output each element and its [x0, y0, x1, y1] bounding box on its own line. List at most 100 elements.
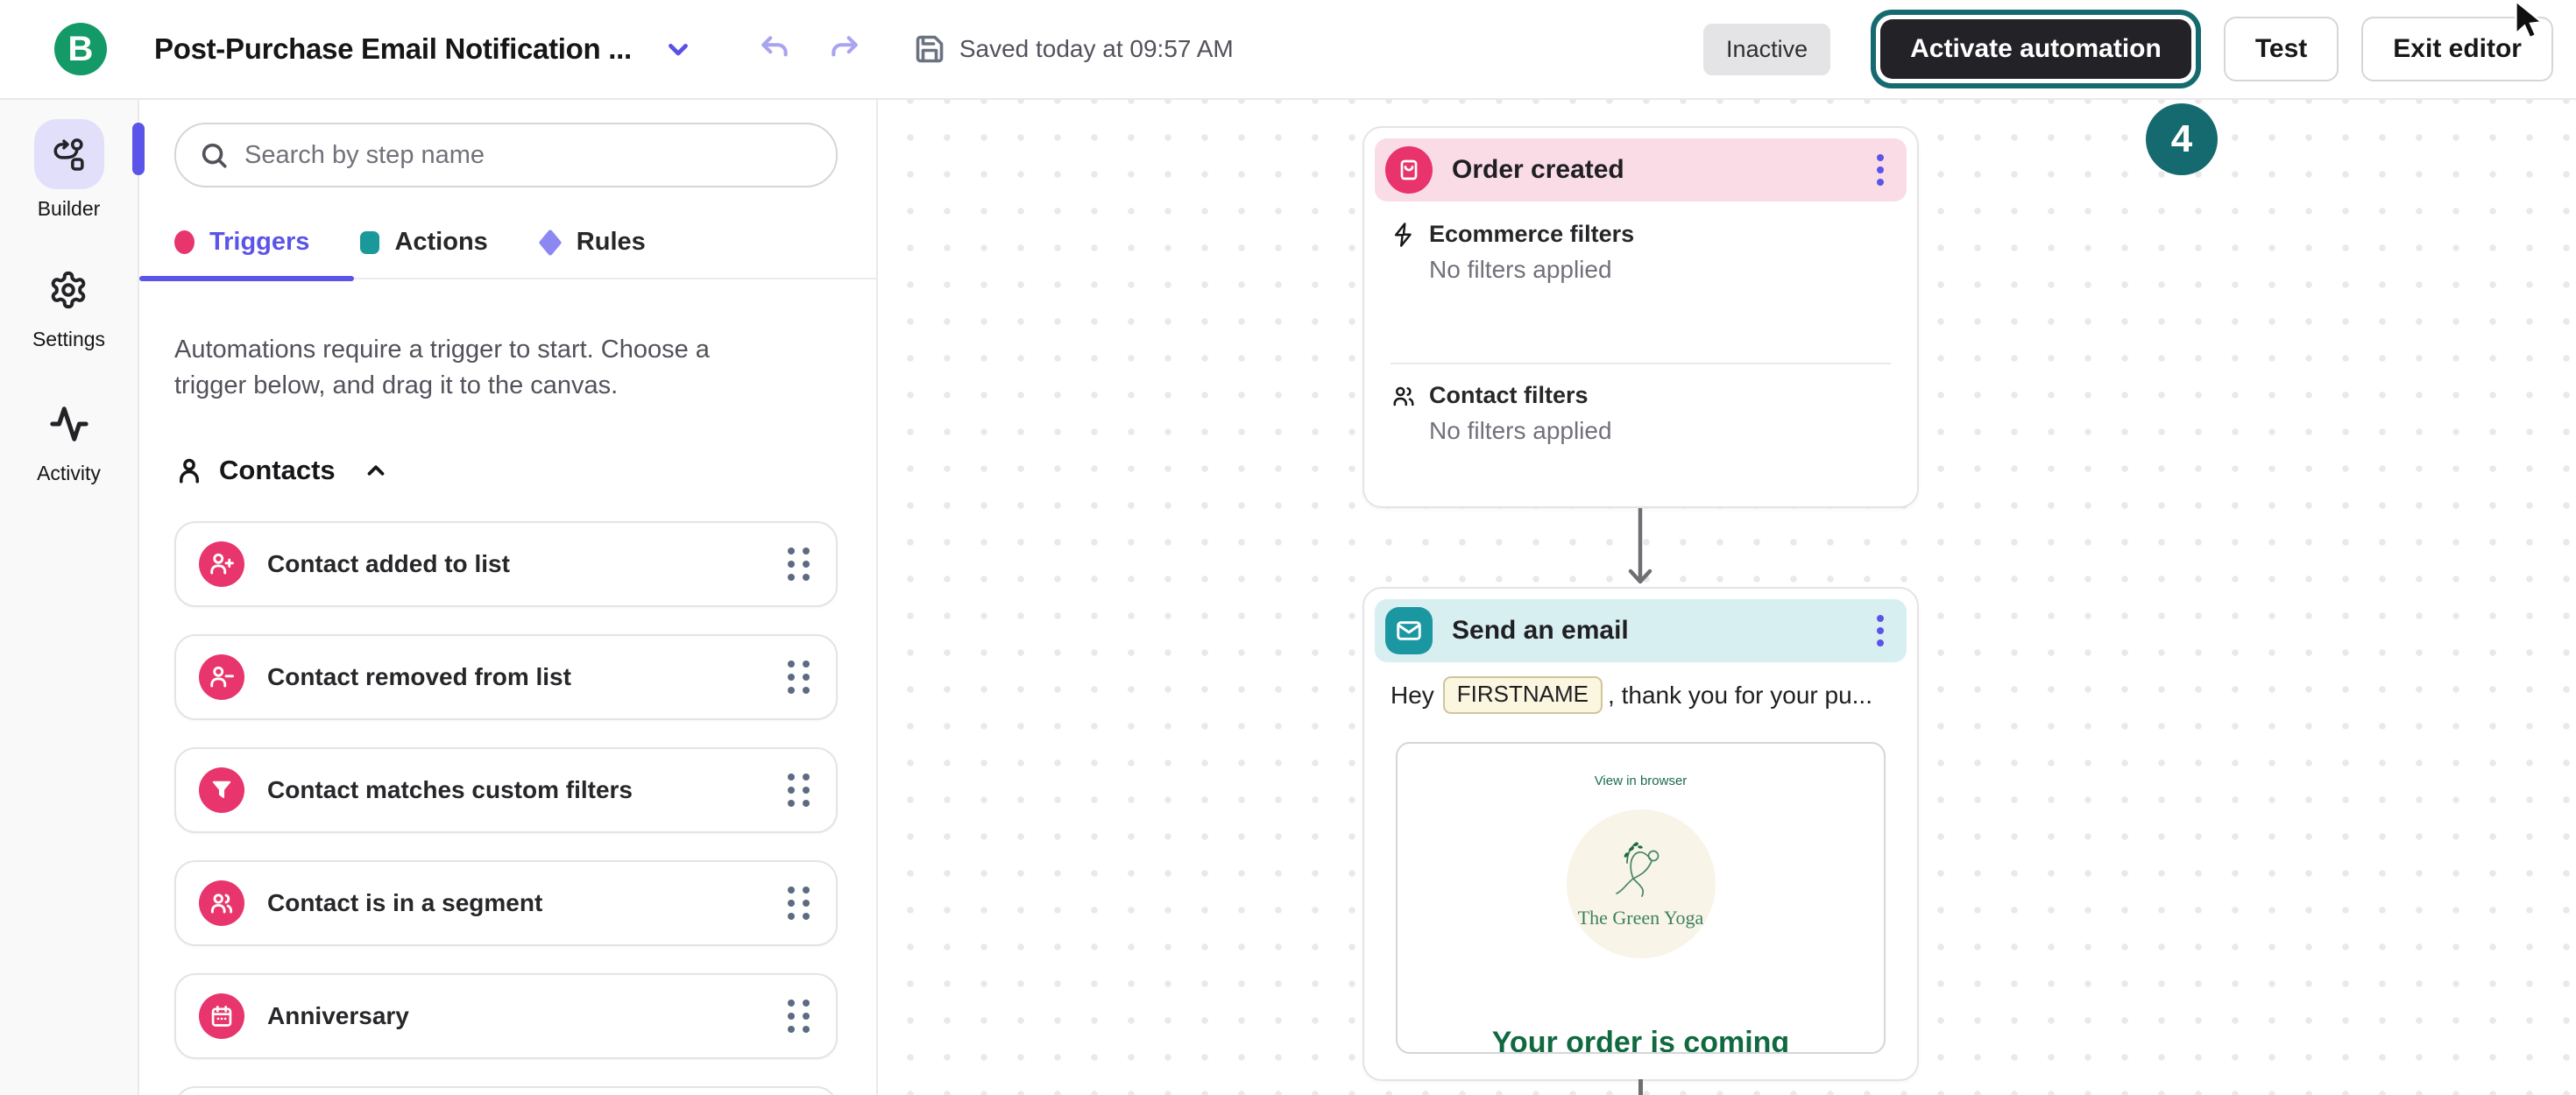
node-menu-kebab-icon[interactable]: [1872, 149, 1889, 191]
search-icon: [199, 140, 229, 170]
sidebar-item-builder[interactable]: Builder: [34, 119, 104, 221]
main-area: Builder Settings Activity: [0, 100, 2576, 1095]
save-icon: [914, 33, 945, 65]
top-bar: B Post-Purchase Email Notification ... S…: [0, 0, 2576, 100]
yoga-figure-illustration: [1596, 838, 1687, 907]
node-order-created-header: Order created: [1375, 138, 1907, 201]
trigger-label: Contact removed from list: [267, 663, 571, 691]
automation-editor: B Post-Purchase Email Notification ... S…: [0, 0, 2576, 1095]
title-chevron-down-icon[interactable]: [663, 34, 693, 64]
status-badge: Inactive: [1703, 24, 1830, 75]
active-tab-underline: [139, 276, 354, 281]
annotation-step-badge: 4: [2146, 103, 2218, 175]
brevo-logo-letter: B: [68, 30, 94, 69]
people-icon: [199, 880, 244, 926]
actions-marker-icon: [360, 231, 379, 254]
exit-editor-button[interactable]: Exit editor: [2361, 17, 2553, 81]
bolt-icon: [1391, 222, 1417, 248]
icon-sidebar: Builder Settings Activity: [0, 100, 139, 1095]
trigger-label: Contact is in a segment: [267, 889, 542, 917]
top-bar-actions: Inactive Activate automation Test Exit e…: [1703, 10, 2576, 88]
sidebar-label-settings: Settings: [32, 328, 105, 351]
tab-actions[interactable]: Actions: [360, 228, 487, 257]
triggers-description: Automations require a trigger to start. …: [174, 332, 753, 404]
node-order-created[interactable]: Order created Ecommerce filters No filte…: [1362, 126, 1919, 508]
tab-triggers-label: Triggers: [209, 228, 309, 257]
contacts-section-title: Contacts: [219, 455, 336, 486]
tab-rules-label: Rules: [577, 228, 646, 257]
sidebar-label-activity: Activity: [37, 462, 101, 485]
envelope-icon: [1385, 607, 1433, 654]
person-minus-icon: [199, 654, 244, 700]
trigger-label: Contact added to list: [267, 550, 510, 578]
node-title: Send an email: [1452, 616, 1629, 646]
drag-handle-icon[interactable]: [788, 661, 810, 694]
people-icon: [1391, 383, 1417, 409]
person-icon: [174, 456, 204, 485]
workflow-canvas[interactable]: Order created Ecommerce filters No filte…: [878, 100, 2576, 1095]
node-menu-kebab-icon[interactable]: [1872, 610, 1889, 652]
chevron-up-icon[interactable]: [363, 457, 389, 484]
save-status: Saved today at 09:57 AM: [914, 33, 1234, 65]
trigger-anniversary[interactable]: Anniversary: [174, 973, 838, 1059]
activate-highlight-ring: Activate automation: [1871, 10, 2201, 88]
drag-handle-icon[interactable]: [788, 1000, 810, 1033]
funnel-icon: [199, 767, 244, 813]
trigger-contact-clicks-email[interactable]: Contact clicks an email: [174, 1086, 838, 1095]
redo-icon[interactable]: [828, 32, 861, 66]
sidebar-label-builder: Builder: [38, 197, 101, 221]
tab-rules[interactable]: Rules: [539, 228, 646, 257]
save-status-text: Saved today at 09:57 AM: [959, 35, 1234, 63]
step-type-tabs: Triggers Actions Rules: [139, 228, 876, 279]
drag-handle-icon[interactable]: [788, 887, 810, 920]
ecommerce-filters-row: Ecommerce filters: [1391, 221, 1891, 248]
subject-prefix: Hey: [1391, 682, 1434, 710]
triggers-marker-icon: [174, 230, 195, 254]
builder-icon-bg: [34, 119, 104, 189]
activate-automation-button[interactable]: Activate automation: [1880, 19, 2191, 79]
tab-triggers[interactable]: Triggers: [174, 228, 309, 257]
active-nav-indicator: [132, 123, 145, 175]
undo-icon[interactable]: [758, 32, 791, 66]
sidebar-item-activity[interactable]: Activity: [37, 404, 101, 485]
contact-filters-value: No filters applied: [1429, 417, 1891, 445]
workflow-icon: [50, 135, 88, 173]
connector-arrow-down: [1624, 508, 1656, 587]
search-input[interactable]: [243, 140, 813, 171]
trigger-contact-matches-custom-filters[interactable]: Contact matches custom filters: [174, 747, 838, 833]
test-button[interactable]: Test: [2224, 17, 2339, 81]
connector-line: [1638, 1079, 1643, 1095]
merge-tag-chip: FIRSTNAME: [1443, 676, 1603, 714]
trigger-label: Anniversary: [267, 1002, 409, 1030]
person-plus-icon: [199, 541, 244, 587]
drag-handle-icon[interactable]: [788, 548, 810, 581]
view-in-browser-link: View in browser: [1398, 774, 1884, 788]
contacts-section-header[interactable]: Contacts: [174, 455, 838, 486]
search-box[interactable]: [174, 123, 838, 187]
trigger-contact-added-to-list[interactable]: Contact added to list: [174, 521, 838, 607]
drag-handle-icon[interactable]: [788, 774, 810, 807]
node-divider: [1391, 363, 1891, 364]
trigger-contact-is-in-a-segment[interactable]: Contact is in a segment: [174, 860, 838, 946]
brevo-logo: B: [54, 23, 107, 75]
node-send-email-header: Send an email: [1375, 599, 1907, 662]
automation-title: Post-Purchase Email Notification ...: [154, 32, 632, 66]
ecommerce-filters-label: Ecommerce filters: [1429, 221, 1634, 248]
node-order-created-body: Ecommerce filters No filters applied Con…: [1364, 221, 1917, 445]
tab-actions-label: Actions: [394, 228, 487, 257]
node-title: Order created: [1452, 155, 1624, 185]
node-send-an-email[interactable]: Send an email Hey FIRSTNAME , thank you …: [1362, 587, 1919, 1081]
brand-name: The Green Yoga: [1578, 907, 1704, 929]
email-body-preview[interactable]: View in browser: [1396, 742, 1886, 1054]
contact-filters-row: Contact filters: [1391, 382, 1891, 409]
sidebar-item-settings[interactable]: Settings: [32, 270, 105, 351]
brand-logo: The Green Yoga: [1567, 809, 1716, 958]
email-headline: Your order is coming: [1398, 1026, 1884, 1054]
calendar-icon: [199, 993, 244, 1039]
trigger-contact-removed-from-list[interactable]: Contact removed from list: [174, 634, 838, 720]
email-subject-preview: Hey FIRSTNAME , thank you for your pu...: [1391, 676, 1891, 714]
shopping-bag-icon: [1385, 146, 1433, 194]
contact-filters-label: Contact filters: [1429, 382, 1589, 409]
trigger-label: Contact matches custom filters: [267, 776, 633, 804]
pulse-icon: [49, 404, 89, 444]
